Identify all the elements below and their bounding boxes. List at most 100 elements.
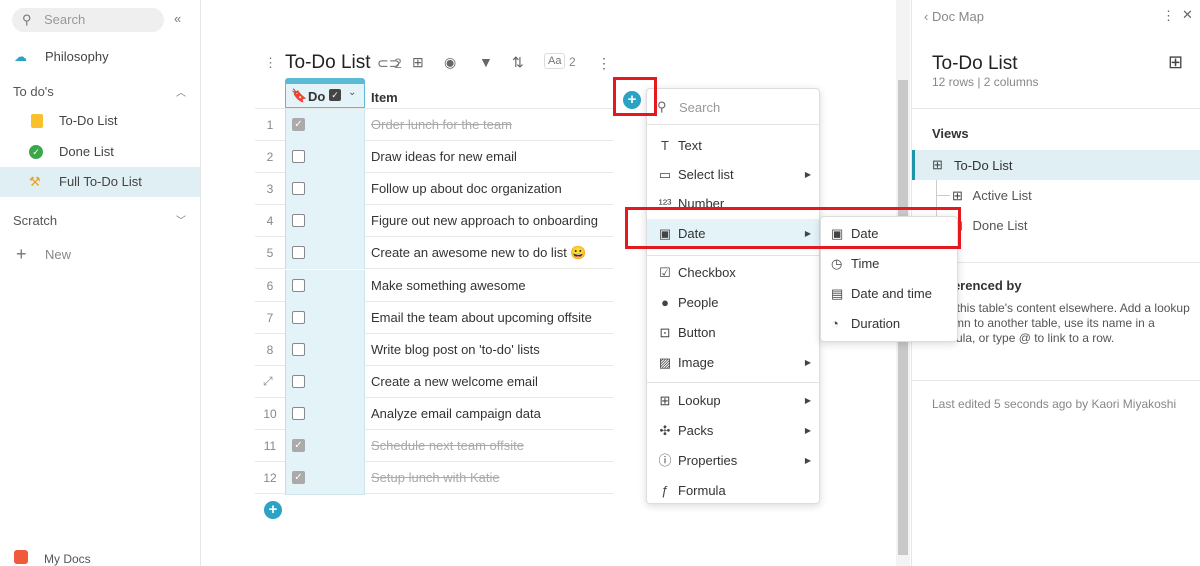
checkbox[interactable] [292, 214, 305, 228]
item-cell[interactable]: Order lunch for the team [371, 109, 512, 141]
chevron-down-icon[interactable]: ⌄ [348, 87, 356, 98]
checkbox[interactable] [292, 406, 305, 420]
menu-item-packs[interactable]: ✣ Packs ▶ [647, 416, 819, 446]
add-row-button[interactable]: + [264, 501, 282, 519]
new-page-button[interactable]: New [45, 247, 71, 262]
row-number: 7 [266, 310, 274, 325]
column-header-do[interactable]: 🔖 Do ✓ ⌄ [285, 84, 365, 108]
do-cell[interactable] [285, 269, 365, 302]
item-cell[interactable]: Analyze email campaign data [371, 398, 541, 430]
section-scratch[interactable]: Scratch [13, 213, 57, 228]
do-cell[interactable] [285, 397, 365, 430]
sidebar-item-philosophy[interactable]: ☁ Philosophy [0, 42, 200, 72]
checkbox[interactable] [292, 374, 305, 388]
item-cell[interactable]: Make something awesome [371, 270, 526, 302]
table-row[interactable]: 8 Write blog post on 'to-do' lists [255, 333, 613, 366]
eye-icon[interactable]: ◉ [444, 54, 456, 71]
item-cell[interactable]: Schedule next team offsite [371, 430, 524, 462]
menu-item-button[interactable]: ⊡ Button [647, 318, 819, 348]
checkbox[interactable]: ✓ [292, 439, 305, 452]
item-cell[interactable]: Write blog post on 'to-do' lists [371, 334, 540, 366]
table-title[interactable]: To-Do List [285, 52, 371, 74]
table-row[interactable]: 1 ✓ Order lunch for the team [255, 109, 613, 141]
table-row[interactable]: 2 Draw ideas for new email [255, 141, 613, 174]
label: Packs [678, 423, 714, 438]
table-icon[interactable]: ⊞ [412, 54, 424, 71]
sidebar-item-full-todo-list[interactable]: ⚒ Full To-Do List [0, 167, 200, 197]
chevron-right-icon: ▶ [804, 170, 811, 179]
do-cell[interactable] [285, 301, 365, 334]
menu-item-people[interactable]: ● People [647, 288, 819, 318]
checkbox[interactable] [292, 342, 305, 356]
checkbox[interactable] [292, 182, 305, 196]
search-placeholder: Search [44, 12, 86, 27]
item-cell[interactable]: Create an awesome new to do list 😀 [371, 237, 587, 269]
view-item-todo-list[interactable]: ⊞ To-Do List [912, 150, 1200, 180]
my-docs-link[interactable]: My Docs [44, 552, 91, 566]
table-row[interactable]: 6 Make something awesome [255, 269, 613, 302]
collapse-sidebar-icon[interactable]: « [174, 11, 181, 26]
back-doc-map-link[interactable]: ‹ Doc Map [924, 9, 984, 24]
do-cell[interactable] [285, 173, 365, 206]
do-cell[interactable] [285, 237, 365, 270]
sidebar-item-todo-list[interactable]: To-Do List [0, 106, 200, 136]
table-row[interactable]: 12 ✓ Setup lunch with Katie [255, 462, 613, 495]
do-cell[interactable] [285, 365, 365, 398]
table-options-icon[interactable]: ⋮ [264, 55, 277, 71]
menu-item-properties[interactable]: ⓘ Properties ▶ [647, 446, 819, 476]
filter-icon[interactable]: ▼ [479, 54, 493, 70]
item-cell[interactable]: Follow up about doc organization [371, 173, 562, 205]
item-cell[interactable]: Figure out new approach to onboarding [371, 205, 598, 237]
do-cell[interactable]: ✓ [285, 109, 365, 141]
expand-row-icon[interactable]: ⤢ [263, 374, 273, 389]
more-options-icon[interactable]: ⋮ [597, 55, 611, 72]
chevron-down-icon[interactable]: ﹀ [176, 212, 186, 227]
checkbox[interactable]: ✓ [292, 471, 305, 485]
do-cell[interactable]: ✓ [285, 430, 365, 462]
table-row[interactable]: 10 Analyze email campaign data [255, 397, 613, 430]
do-cell[interactable] [285, 205, 365, 238]
submenu-item-time[interactable]: ◷ Time [821, 249, 957, 279]
section-todos[interactable]: To do's [13, 84, 54, 99]
do-cell[interactable] [285, 333, 365, 366]
close-icon[interactable]: ✕ [1182, 7, 1193, 23]
item-cell[interactable]: Email the team about upcoming offsite [371, 302, 592, 334]
menu-item-select-list[interactable]: ▭ Select list ▶ [647, 160, 819, 190]
menu-item-checkbox[interactable]: ☑ Checkbox [647, 258, 819, 288]
do-cell[interactable] [285, 141, 365, 174]
do-cell[interactable]: ✓ [285, 462, 365, 495]
chevron-up-icon[interactable]: ︿ [176, 84, 186, 99]
menu-search-input[interactable]: Search [679, 100, 720, 115]
item-cell[interactable]: Draw ideas for new email [371, 141, 517, 173]
more-options-icon[interactable]: ⋮ [1162, 8, 1175, 24]
submenu-item-duration[interactable]: ◔ Duration [821, 309, 957, 339]
item-cell[interactable]: Create a new welcome email [371, 366, 538, 398]
table-row[interactable]: 3 Follow up about doc organization [255, 173, 613, 206]
checkbox[interactable] [292, 310, 305, 324]
table-row[interactable]: 5 Create an awesome new to do list 😀 [255, 237, 613, 270]
menu-item-lookup[interactable]: ⊞ Lookup ▶ [647, 386, 819, 416]
checkbox[interactable]: ✓ [292, 118, 305, 131]
column-header-item[interactable]: Item [371, 90, 398, 105]
view-item-done-list[interactable]: ⊞ Done List [952, 218, 1027, 234]
submenu-item-date-and-time[interactable]: ▤ Date and time [821, 279, 957, 309]
menu-item-formula[interactable]: ƒ Formula [647, 476, 819, 506]
table-row[interactable]: 4 Figure out new approach to onboarding [255, 205, 613, 238]
item-cell[interactable]: Setup lunch with Katie [371, 462, 500, 494]
table-row[interactable]: 11 ✓ Schedule next team offsite [255, 430, 613, 462]
label: Time [851, 256, 880, 271]
plus-icon[interactable]: + [16, 244, 27, 265]
menu-item-text[interactable]: T Text [647, 131, 819, 161]
table-row[interactable]: 7 Email the team about upcoming offsite [255, 301, 613, 334]
view-item-active-list[interactable]: ⊞ Active List [952, 188, 1032, 204]
search-input[interactable]: ⚲ Search [12, 8, 164, 32]
text-style-button[interactable]: Aa [544, 53, 566, 69]
checkbox[interactable] [292, 150, 305, 164]
menu-item-image[interactable]: ▨ Image ▶ [647, 348, 819, 378]
table-row[interactable]: Create a new welcome email [255, 365, 613, 398]
search-icon: ⚲ [22, 12, 32, 27]
checkbox[interactable] [292, 278, 305, 292]
sort-icon[interactable]: ⇅ [512, 54, 524, 71]
checkbox[interactable] [292, 246, 305, 260]
sidebar-item-done-list[interactable]: ✓ Done List [0, 137, 200, 167]
